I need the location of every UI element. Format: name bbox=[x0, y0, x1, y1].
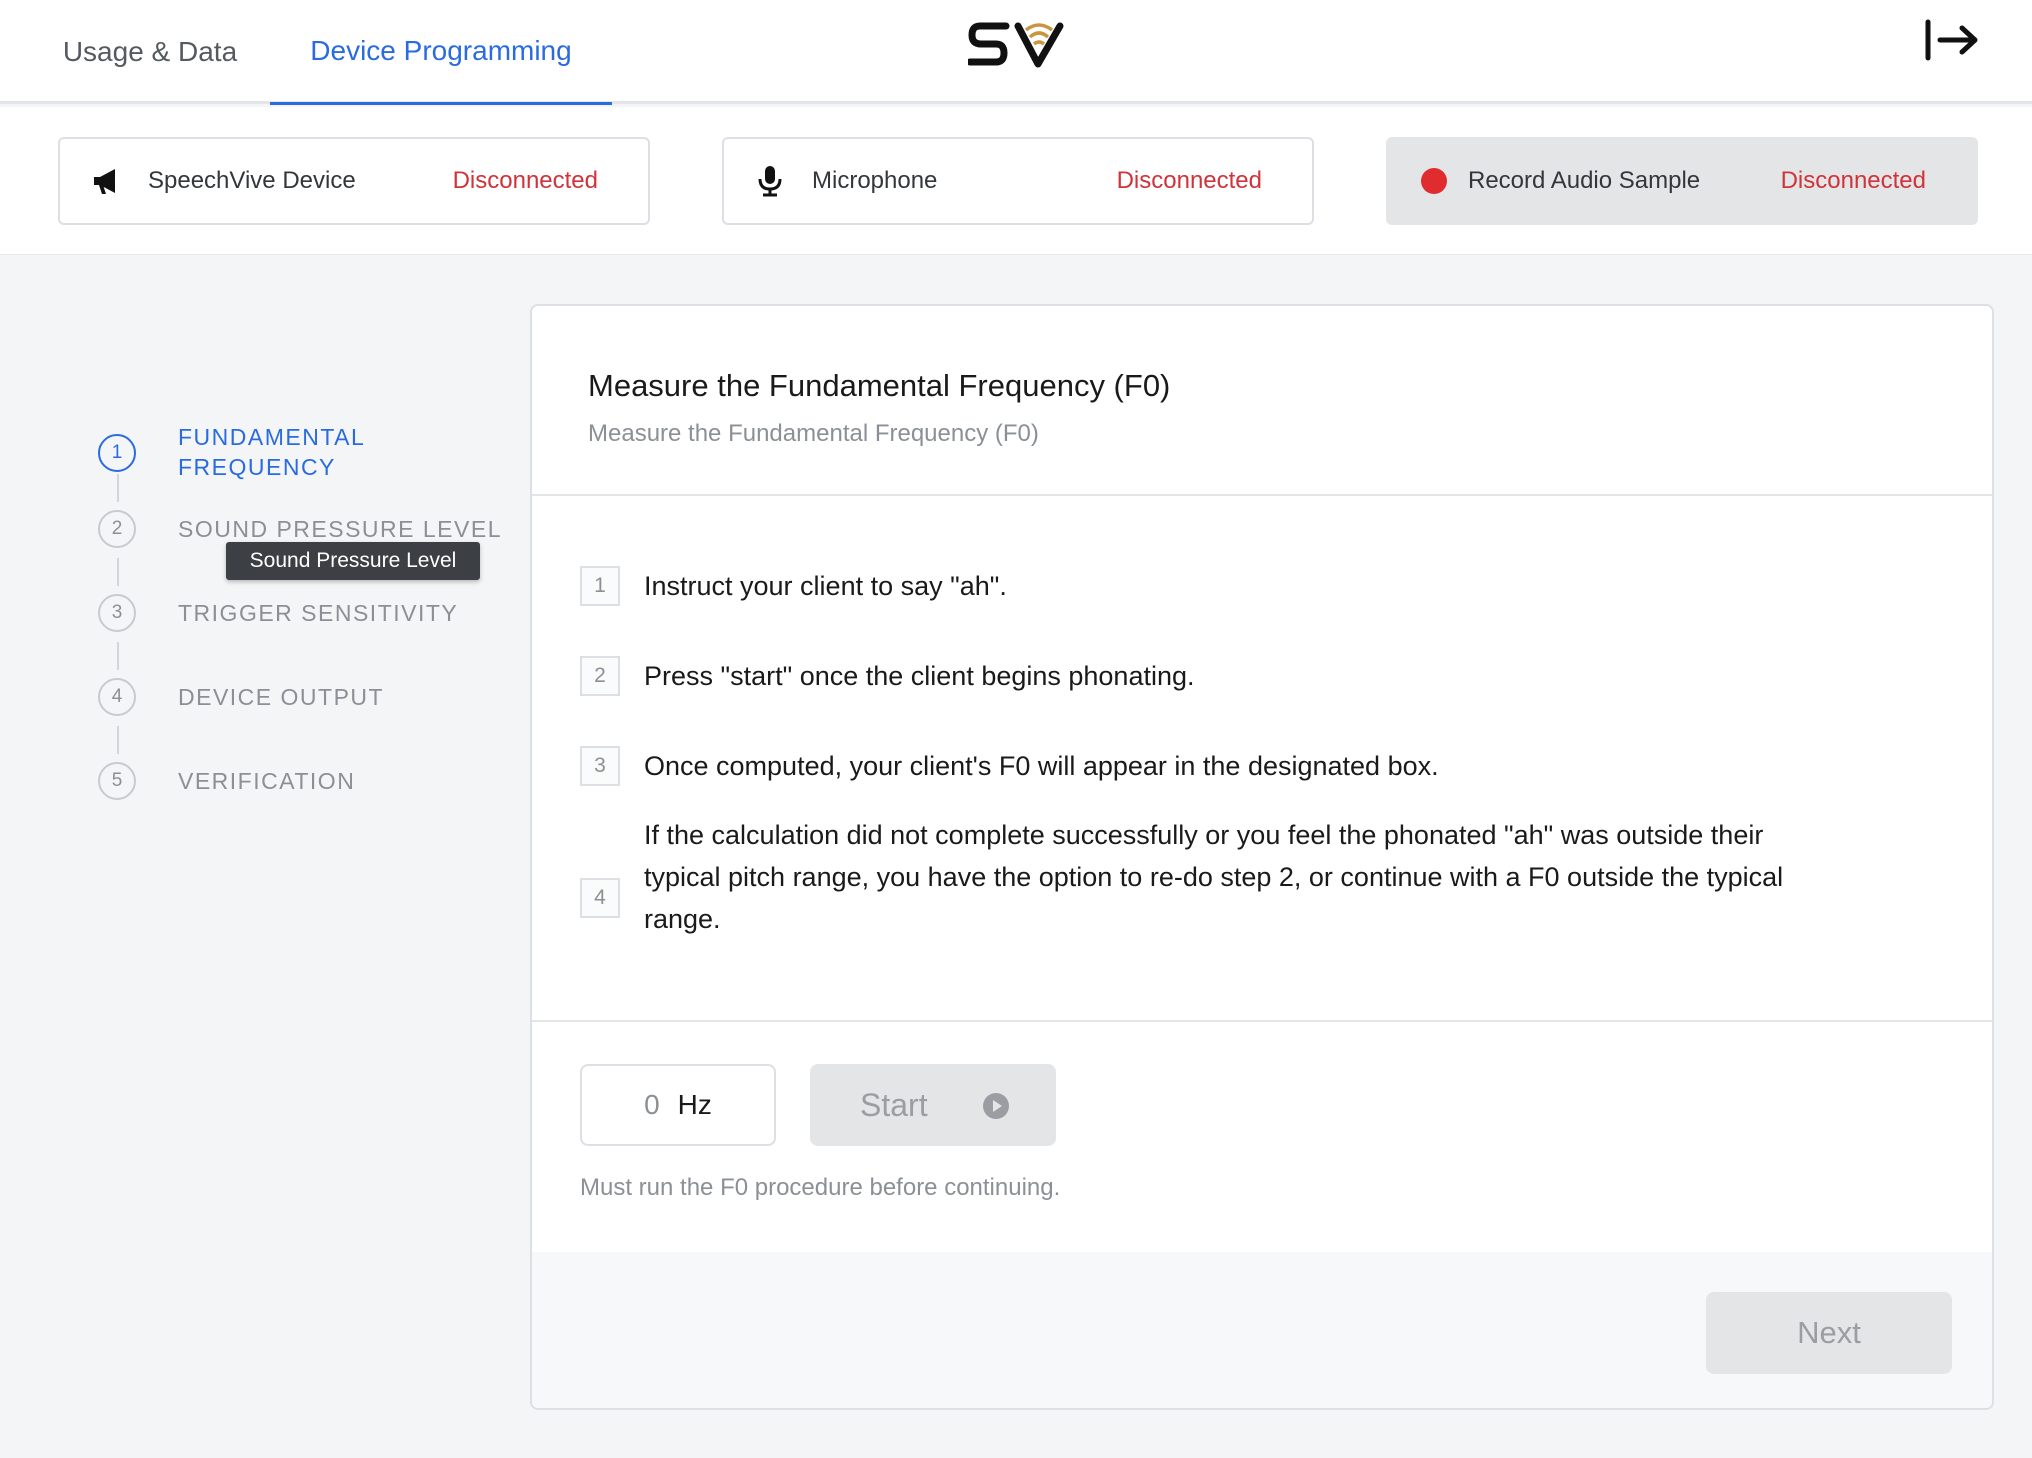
start-label: Start bbox=[860, 1086, 928, 1123]
instruction-number: 3 bbox=[580, 746, 620, 786]
record-audio-sample-button[interactable]: Record Audio Sample Disconnected bbox=[1386, 137, 1978, 225]
step-number: 4 bbox=[98, 678, 136, 716]
validation-hint: Must run the F0 procedure before continu… bbox=[580, 1174, 1061, 1201]
play-circle-icon bbox=[983, 1093, 1009, 1119]
status-label: SpeechVive Device bbox=[148, 167, 356, 194]
step-number: 5 bbox=[98, 762, 136, 800]
step-connector bbox=[117, 642, 119, 670]
step-connector bbox=[117, 474, 119, 502]
status-value: Disconnected bbox=[1780, 167, 1926, 194]
status-value: Disconnected bbox=[1116, 167, 1262, 194]
sign-out-arrow-icon[interactable] bbox=[1922, 16, 1982, 64]
tab-device-programming[interactable]: Device Programming bbox=[270, 0, 612, 105]
f0-unit: Hz bbox=[677, 1089, 712, 1120]
f0-controls: 0 Hz Start Must run the F0 procedure bef… bbox=[532, 1022, 1992, 1252]
speechvive-device-status[interactable]: SpeechVive Device Disconnected bbox=[58, 137, 650, 225]
next-button[interactable]: Next bbox=[1706, 1292, 1952, 1374]
instruction-text: Instruct your client to say "ah". bbox=[644, 571, 1007, 601]
step-label: VERIFICATION bbox=[178, 768, 356, 794]
f0-value: 0 bbox=[644, 1089, 660, 1120]
status-label: Microphone bbox=[812, 167, 938, 194]
panel-header: Measure the Fundamental Frequency (F0) M… bbox=[532, 306, 1992, 496]
instruction-text: If the calculation did not complete succ… bbox=[644, 820, 1784, 934]
sv-logo bbox=[968, 22, 1064, 68]
microphone-status[interactable]: Microphone Disconnected bbox=[722, 137, 1314, 225]
megaphone-icon bbox=[88, 163, 124, 199]
f0-readout-field: 0 Hz bbox=[580, 1064, 776, 1146]
step-connector bbox=[117, 558, 119, 586]
page-title: Measure the Fundamental Frequency (F0) bbox=[588, 368, 1171, 403]
instruction-number: 2 bbox=[580, 656, 620, 696]
top-navigation: Usage & Data Device Programming bbox=[0, 0, 2032, 105]
step-number: 3 bbox=[98, 594, 136, 632]
instructions-list: 1 Instruct your client to say "ah". 2 Pr… bbox=[532, 496, 1992, 1022]
status-label: Record Audio Sample bbox=[1468, 167, 1701, 194]
panel-footer: Next bbox=[532, 1252, 1992, 1408]
step-label: DEVICE OUTPUT bbox=[178, 684, 385, 710]
start-button[interactable]: Start bbox=[810, 1064, 1056, 1146]
step-connector bbox=[117, 726, 119, 754]
step-number: 1 bbox=[98, 434, 136, 472]
step-label: FUNDAMENTAL FREQUENCY bbox=[178, 424, 366, 480]
instruction-number: 1 bbox=[580, 566, 620, 606]
record-dot-icon bbox=[1416, 163, 1452, 199]
status-value: Disconnected bbox=[452, 167, 598, 194]
step-number: 2 bbox=[98, 510, 136, 548]
f0-measurement-panel: Measure the Fundamental Frequency (F0) M… bbox=[530, 304, 1994, 1410]
instruction-number: 4 bbox=[580, 878, 620, 918]
instruction-text: Once computed, your client's F0 will app… bbox=[644, 751, 1439, 781]
tab-usage-data[interactable]: Usage & Data bbox=[40, 0, 260, 104]
microphone-icon bbox=[752, 163, 788, 199]
step-label: SOUND PRESSURE LEVEL bbox=[178, 516, 502, 542]
instruction-text: Press "start" once the client begins pho… bbox=[644, 661, 1195, 691]
page-subtitle: Measure the Fundamental Frequency (F0) bbox=[588, 420, 1039, 447]
step-label: TRIGGER SENSITIVITY bbox=[178, 600, 459, 626]
step-tooltip: Sound Pressure Level bbox=[226, 542, 480, 580]
connection-status-bar: SpeechVive Device Disconnected Microphon… bbox=[0, 107, 2032, 255]
